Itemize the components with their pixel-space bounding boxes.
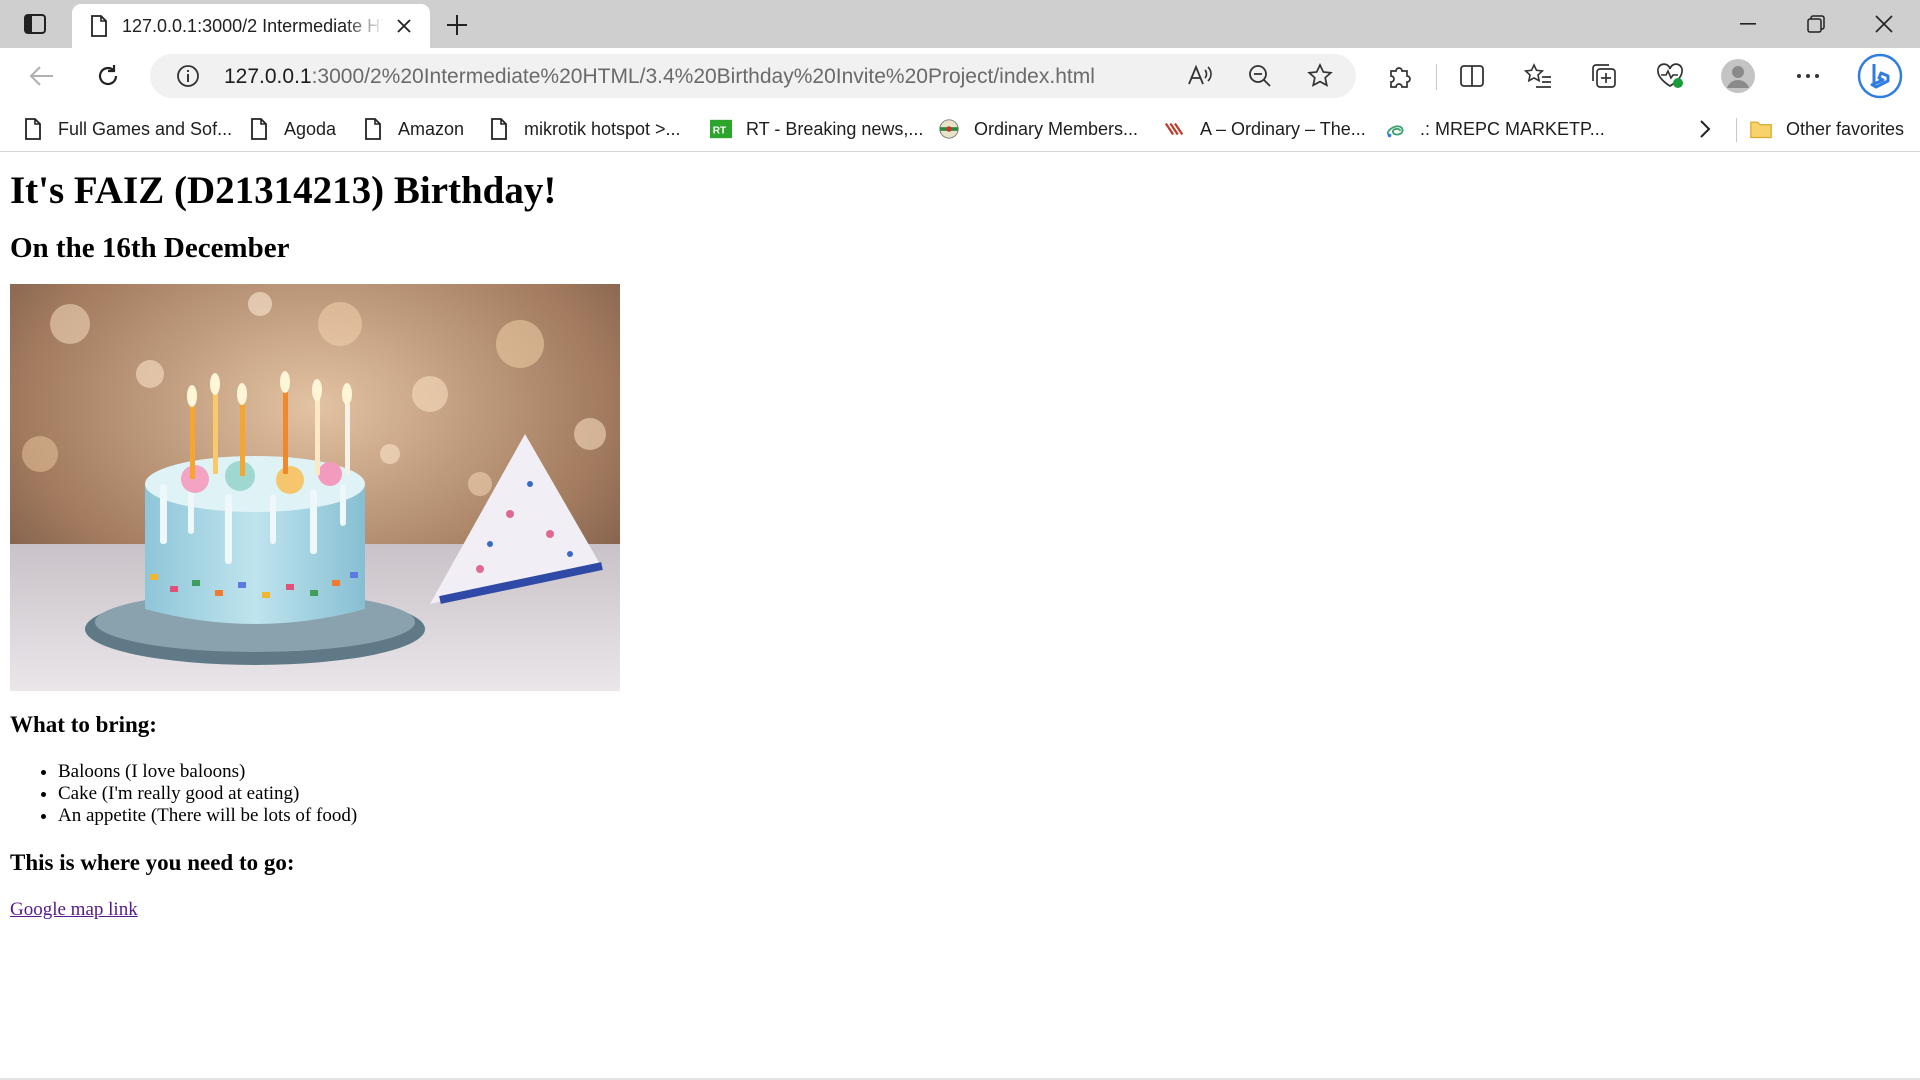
other-favorites-label: Other favorites (1786, 118, 1905, 139)
bookmark-label: Amazon (398, 118, 465, 139)
bing-chat-button[interactable] (1856, 52, 1904, 100)
new-tab-button[interactable] (442, 10, 472, 40)
window-close-button[interactable] (1864, 8, 1904, 40)
restore-button[interactable] (1796, 8, 1836, 40)
bookmarks-divider (1736, 118, 1737, 142)
page-icon (488, 117, 510, 141)
swirl-logo-icon (1384, 117, 1406, 141)
refresh-icon (98, 65, 118, 86)
info-icon (177, 65, 199, 87)
extensions-button[interactable] (1382, 58, 1418, 94)
arrow-left-icon (29, 66, 53, 86)
bookmark-label: RT - Breaking news,... (746, 118, 924, 139)
collections-icon (1592, 64, 1616, 88)
page-title: It's FAIZ (D21314213) Birthday! (10, 169, 557, 212)
minimize-icon (1740, 23, 1756, 25)
location-heading: This is where you need to go: (10, 850, 295, 875)
favorites-list-icon (1524, 63, 1551, 88)
close-icon (397, 19, 411, 33)
read-aloud-icon (1188, 64, 1212, 85)
address-bar[interactable]: 127.0.0.1:3000/2%20Intermediate%20HTML/3… (150, 54, 1356, 98)
site-info-button[interactable] (172, 60, 204, 92)
tab-active[interactable]: 127.0.0.1:3000/2 Intermediate HTML/3.4 B… (72, 4, 430, 48)
bookmark-label: mikrotik hotspot >... (524, 118, 681, 139)
page-icon (22, 117, 44, 141)
bookmarks-overflow-button[interactable] (1698, 114, 1712, 144)
svg-text:RT: RT (713, 126, 727, 137)
list-item: An appetite (There will be lots of food) (58, 805, 1910, 827)
toolbar-divider (1436, 64, 1437, 90)
favorites-bar: Full Games and Sof... Agoda Amazon mikro… (0, 104, 1920, 152)
bookmark-item[interactable]: Agoda (248, 114, 336, 144)
close-icon (1875, 15, 1893, 33)
browser-essentials-button[interactable] (1652, 58, 1688, 94)
folder-icon (1750, 117, 1772, 141)
tab-strip: 127.0.0.1:3000/2 Intermediate HTML/3.4 B… (0, 0, 1920, 48)
favorites-button[interactable] (1520, 58, 1556, 94)
bookmark-item[interactable]: mikrotik hotspot >... (488, 114, 681, 144)
restore-icon (1807, 15, 1825, 33)
globe-logo-icon (938, 117, 960, 141)
tab-title: 127.0.0.1:3000/2 Intermediate HTML/3.4 B… (122, 15, 384, 36)
tab-actions-button[interactable] (14, 9, 56, 39)
bing-logo-icon (1857, 53, 1903, 99)
more-icon (1797, 74, 1819, 78)
page-icon (248, 117, 270, 141)
minimize-button[interactable] (1728, 8, 1768, 40)
chevron-right-icon (1700, 120, 1711, 138)
birthday-cake-image (10, 284, 620, 691)
browser-toolbar: 127.0.0.1:3000/2%20Intermediate%20HTML/3… (0, 48, 1920, 104)
puzzle-icon (1390, 67, 1411, 88)
what-to-bring-heading: What to bring: (10, 712, 157, 737)
bookmark-item[interactable]: Amazon (362, 114, 464, 144)
refresh-button[interactable] (90, 58, 126, 94)
zoom-button[interactable] (1244, 60, 1276, 92)
bookmark-item[interactable]: RT RT - Breaking news,... (710, 114, 923, 144)
url-host: 127.0.0.1 (224, 65, 312, 88)
list-item: Cake (I'm really good at eating) (58, 783, 1910, 805)
bookmark-item[interactable]: .: MREPC MARKETP... (1384, 114, 1605, 144)
page-icon (362, 117, 384, 141)
bookmark-label: A – Ordinary – The... (1200, 118, 1366, 139)
bring-list: Baloons (I love baloons) Cake (I'm reall… (10, 761, 1910, 827)
star-icon (1307, 63, 1333, 87)
google-map-link[interactable]: Google map link (10, 899, 138, 921)
profile-button[interactable] (1720, 58, 1756, 94)
party-date: On the 16th December (10, 232, 290, 264)
favorite-button[interactable] (1304, 60, 1336, 92)
bookmark-label: .: MREPC MARKETP... (1420, 118, 1605, 139)
back-button[interactable] (24, 58, 60, 94)
bookmark-item[interactable]: A – Ordinary – The... (1164, 114, 1366, 144)
list-item: Baloons (I love baloons) (58, 761, 1910, 783)
web-page: It's FAIZ (D21314213) Birthday! On the 1… (0, 153, 1920, 1079)
split-screen-icon (1460, 65, 1484, 87)
bookmark-item[interactable]: Full Games and Sof... (22, 114, 232, 144)
tab-actions-icon (24, 14, 46, 34)
tab-close-button[interactable] (392, 14, 416, 38)
collections-button[interactable] (1586, 58, 1622, 94)
rt-logo-icon: RT (710, 117, 732, 141)
heart-pulse-icon (1657, 63, 1683, 88)
split-screen-button[interactable] (1454, 58, 1490, 94)
stripes-logo-icon (1164, 117, 1186, 141)
settings-more-button[interactable] (1790, 58, 1826, 94)
bookmark-label: Agoda (284, 118, 337, 139)
url-text: 127.0.0.1:3000/2%20Intermediate%20HTML/3… (224, 65, 1095, 89)
plus-icon (447, 15, 467, 35)
read-aloud-button[interactable] (1184, 60, 1216, 92)
bookmark-item[interactable]: Ordinary Members... (938, 114, 1138, 144)
other-favorites-folder[interactable]: Other favorites (1750, 114, 1904, 144)
zoom-out-icon (1249, 65, 1271, 87)
avatar-icon (1721, 59, 1755, 93)
url-path: :3000/2%20Intermediate%20HTML/3.4%20Birt… (311, 65, 1095, 88)
bookmark-label: Full Games and Sof... (58, 118, 233, 139)
page-icon (91, 15, 107, 37)
bookmark-label: Ordinary Members... (974, 118, 1139, 139)
